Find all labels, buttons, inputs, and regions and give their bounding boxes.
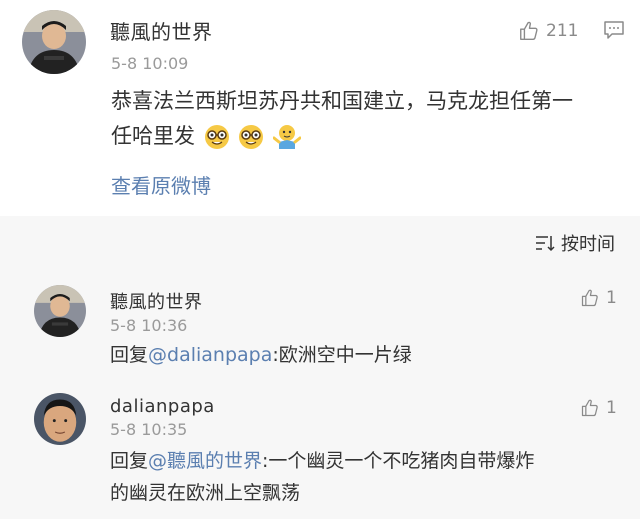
comment-timestamp: 5-8 10:35	[110, 420, 188, 439]
post-text-line2: 任哈里发	[111, 119, 573, 154]
post-card: 聽風的世界 5-8 10:09 211 恭喜法兰西斯坦苏丹共和国建立，马克龙担任…	[0, 0, 640, 216]
thumbs-up-icon	[581, 399, 598, 417]
comment-text-line1: 回复@聽風的世界:一个幽灵一个不吃猪肉自带爆炸	[110, 445, 534, 477]
nerd-face-emoji-icon	[239, 125, 264, 149]
sort-label: 按时间	[561, 234, 615, 255]
comment-author-avatar[interactable]	[34, 285, 86, 337]
comment-author-avatar[interactable]	[34, 393, 86, 445]
shrug-emoji-icon	[273, 125, 302, 149]
sort-by-time-button[interactable]: 按时间	[535, 230, 615, 256]
comment-like-count: 1	[606, 398, 617, 418]
comment-icon[interactable]	[603, 20, 625, 44]
mention-link[interactable]: @dalianpapa	[148, 344, 272, 366]
sort-icon	[536, 236, 555, 252]
post-text-line2-content: 任哈里发	[111, 124, 195, 148]
thumbs-up-icon	[520, 21, 538, 40]
comment-body: :一个幽灵一个不吃猪肉自带爆炸	[262, 450, 535, 472]
post-text: 恭喜法兰西斯坦苏丹共和国建立，马克龙担任第一 任哈里发	[111, 84, 573, 154]
post-author-avatar[interactable]	[22, 10, 86, 74]
reply-prefix: 回复	[110, 450, 149, 472]
post-timestamp: 5-8 10:09	[111, 54, 189, 73]
comment-author-name[interactable]: dalianpapa	[110, 396, 215, 417]
comment-text-line2: 的幽灵在欧洲上空飘荡	[110, 482, 301, 504]
comment-like-button[interactable]: 1	[580, 398, 617, 418]
comment-body: :欧洲空中一片绿	[272, 344, 412, 366]
comment-like-count: 1	[606, 288, 617, 308]
comment-author-name[interactable]: 聽風的世界	[110, 288, 203, 314]
comment-text: 回复@聽風的世界:一个幽灵一个不吃猪肉自带爆炸 的幽灵在欧洲上空飘荡	[110, 445, 534, 509]
view-original-post-link[interactable]: 查看原微博	[111, 170, 211, 199]
comment-timestamp: 5-8 10:36	[110, 316, 188, 335]
post-text-line1: 恭喜法兰西斯坦苏丹共和国建立，马克龙担任第一	[111, 89, 573, 113]
post-like-button[interactable]: 211	[518, 20, 578, 42]
reply-prefix: 回复	[110, 344, 149, 366]
mention-link[interactable]: @聽風的世界	[148, 450, 262, 472]
nerd-face-emoji-icon	[204, 125, 229, 149]
thumbs-up-icon	[581, 289, 598, 307]
post-like-count: 211	[546, 21, 579, 41]
comment-text: 回复@dalianpapa:欧洲空中一片绿	[110, 338, 412, 373]
post-author-name[interactable]: 聽風的世界	[110, 16, 213, 45]
comment-like-button[interactable]: 1	[580, 288, 617, 308]
